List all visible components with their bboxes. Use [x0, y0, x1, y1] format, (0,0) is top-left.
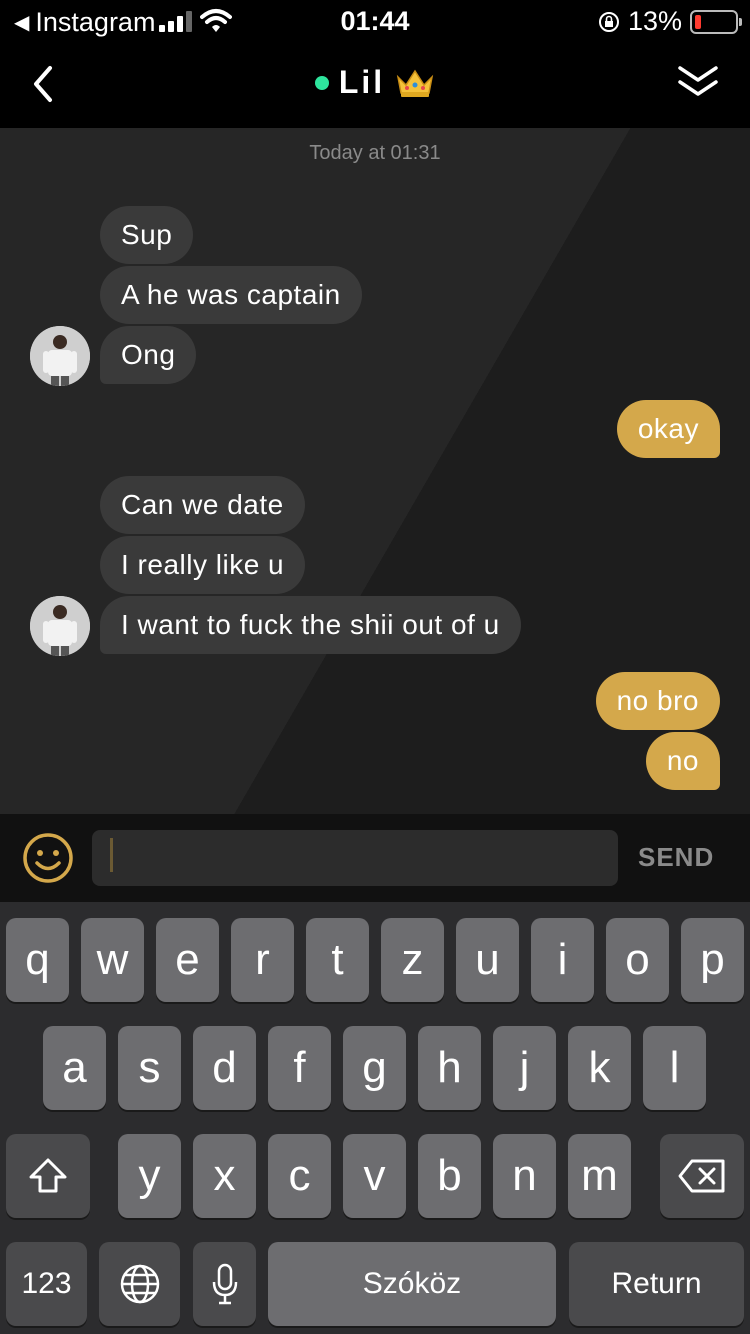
avatar[interactable] — [30, 596, 90, 656]
key-r[interactable]: r — [231, 918, 294, 1002]
key-k[interactable]: k — [568, 1026, 631, 1110]
key-n[interactable]: n — [493, 1134, 556, 1218]
battery-icon — [690, 9, 742, 34]
key-u[interactable]: u — [456, 918, 519, 1002]
key-p[interactable]: p — [681, 918, 744, 1002]
double-chevron-down-icon[interactable] — [676, 62, 720, 102]
smiley-icon[interactable] — [22, 832, 74, 884]
back-app-label: Instagram — [35, 7, 156, 37]
key-j[interactable]: j — [493, 1026, 556, 1110]
wifi-icon — [200, 9, 232, 32]
crown-emoji — [396, 69, 434, 97]
message-composer: SEND — [0, 814, 750, 902]
message-bubble-incoming[interactable]: Can we date — [100, 476, 305, 534]
message-bubble-incoming[interactable]: I really like u — [100, 536, 306, 594]
status-bar: ◀ Instagram 01:44 13% — [0, 0, 750, 42]
signal-icon — [159, 11, 192, 32]
message-input[interactable] — [92, 830, 618, 886]
key-b[interactable]: b — [418, 1134, 481, 1218]
return-key[interactable]: Return — [569, 1242, 744, 1326]
key-e[interactable]: e — [156, 918, 219, 1002]
contact-name[interactable]: Lil — [339, 64, 385, 101]
numbers-key[interactable]: 123 — [6, 1242, 87, 1326]
send-button[interactable]: SEND — [638, 842, 714, 873]
space-key[interactable]: Szóköz — [268, 1242, 556, 1326]
key-z[interactable]: z — [381, 918, 444, 1002]
chat-timestamp: Today at 01:31 — [309, 142, 441, 164]
key-w[interactable]: w — [81, 918, 144, 1002]
key-m[interactable]: m — [568, 1134, 631, 1218]
key-c[interactable]: c — [268, 1134, 331, 1218]
back-triangle-icon: ◀ — [14, 12, 30, 34]
microphone-icon — [212, 1263, 237, 1305]
avatar[interactable] — [30, 326, 90, 386]
message-bubble-incoming[interactable]: A he was captain — [100, 266, 362, 324]
key-a[interactable]: a — [43, 1026, 106, 1110]
key-i[interactable]: i — [531, 918, 594, 1002]
key-f[interactable]: f — [268, 1026, 331, 1110]
key-d[interactable]: d — [193, 1026, 256, 1110]
message-bubble-outgoing[interactable]: no — [645, 732, 720, 790]
globe-icon — [120, 1264, 159, 1304]
key-y[interactable]: y — [118, 1134, 181, 1218]
online-status-dot — [314, 75, 329, 90]
globe-key[interactable] — [99, 1242, 180, 1326]
microphone-key[interactable] — [193, 1242, 256, 1326]
key-h[interactable]: h — [418, 1026, 481, 1110]
message-list[interactable]: Today at 01:31 Sup A he was captain Ong … — [0, 128, 750, 814]
shift-key[interactable] — [6, 1134, 90, 1218]
keyboard: q w e r t z u i o p a s d f g h j k l y … — [0, 902, 750, 1334]
backspace-icon — [678, 1159, 725, 1193]
orientation-lock-icon — [598, 11, 619, 32]
chat-header: Lil — [0, 42, 750, 128]
message-bubble-incoming[interactable]: I want to fuck the shii out of u — [100, 596, 521, 654]
key-g[interactable]: g — [343, 1026, 406, 1110]
message-bubble-outgoing[interactable]: okay — [616, 400, 720, 458]
key-l[interactable]: l — [643, 1026, 706, 1110]
key-t[interactable]: t — [306, 918, 369, 1002]
shift-arrow-icon — [29, 1158, 67, 1193]
message-bubble-incoming[interactable]: Sup — [100, 206, 194, 264]
person-avatar-icon — [30, 326, 90, 386]
person-avatar-icon — [30, 596, 90, 656]
key-s[interactable]: s — [118, 1026, 181, 1110]
message-bubble-incoming[interactable]: Ong — [100, 326, 197, 384]
message-bubble-outgoing[interactable]: no bro — [595, 672, 720, 730]
key-q[interactable]: q — [6, 918, 69, 1002]
back-to-app[interactable]: ◀ Instagram — [14, 7, 155, 38]
key-v[interactable]: v — [343, 1134, 406, 1218]
text-cursor — [110, 838, 113, 872]
backspace-key[interactable] — [660, 1134, 744, 1218]
battery-percent: 13% — [627, 6, 682, 36]
key-x[interactable]: x — [193, 1134, 256, 1218]
key-o[interactable]: o — [606, 918, 669, 1002]
